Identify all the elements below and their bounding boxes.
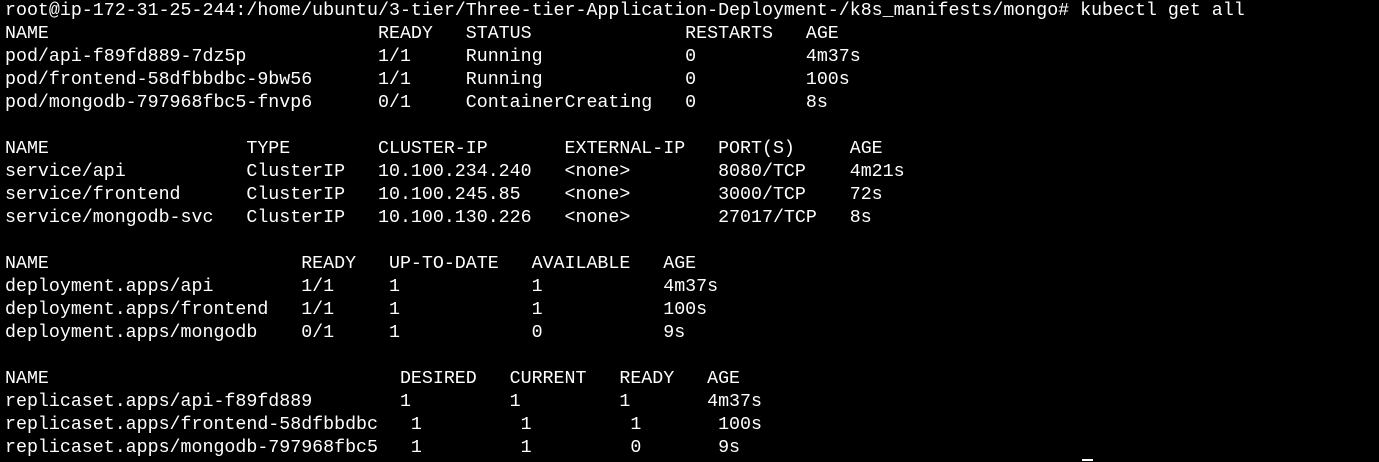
- terminal-window[interactable]: root@ip-172-31-25-244:/home/ubuntu/3-tie…: [0, 0, 1379, 462]
- pod-row: pod/mongodb-797968fbc5-fnvp6 0/1 Contain…: [5, 93, 828, 113]
- pod-row: pod/frontend-58dfbbdbc-9bw56 1/1 Running…: [5, 70, 850, 90]
- service-row: service/mongodb-svc ClusterIP 10.100.130…: [5, 208, 872, 228]
- service-row: service/api ClusterIP 10.100.234.240 <no…: [5, 162, 905, 182]
- replicaset-row: replicaset.apps/frontend-58dfbbdbc 1 1 1…: [5, 415, 762, 435]
- replicaset-row: replicaset.apps/api-f89fd889 1 1 1 4m37s: [5, 392, 762, 412]
- deployment-row: deployment.apps/api 1/1 1 1 4m37s: [5, 277, 719, 297]
- cursor-underline: [1082, 459, 1093, 461]
- replicaset-row: replicaset.apps/mongodb-797968fbc5 1 1 0…: [5, 438, 741, 458]
- deployment-row: deployment.apps/frontend 1/1 1 1 100s: [5, 300, 708, 320]
- deployments-header: NAME READY UP-TO-DATE AVAILABLE AGE: [5, 254, 697, 274]
- services-header: NAME TYPE CLUSTER-IP EXTERNAL-IP PORT(S)…: [5, 139, 883, 159]
- replicasets-header: NAME DESIRED CURRENT READY AGE: [5, 369, 741, 389]
- pods-header: NAME READY STATUS RESTARTS AGE: [5, 24, 839, 44]
- pod-row: pod/api-f89fd889-7dz5p 1/1 Running 0 4m3…: [5, 47, 861, 67]
- service-row: service/frontend ClusterIP 10.100.245.85…: [5, 185, 883, 205]
- deployment-row: deployment.apps/mongodb 0/1 1 0 9s: [5, 323, 686, 343]
- command-prompt-line: root@ip-172-31-25-244:/home/ubuntu/3-tie…: [5, 1, 1245, 21]
